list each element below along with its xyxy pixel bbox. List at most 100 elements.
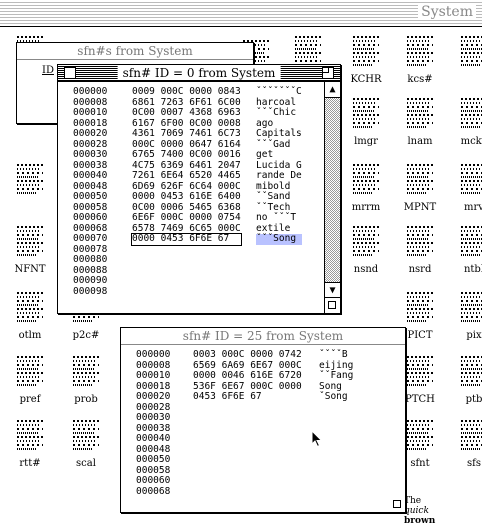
resource-type-icon[interactable] <box>407 356 433 390</box>
ascii-column[interactable]: ˇˇˇˇˇˇˇC harcoal ˇˇˇChic ago Capitals ˇˇˇGad g… <box>256 86 302 298</box>
resource-type-icon[interactable] <box>17 292 43 326</box>
resource-type-icon[interactable] <box>407 164 433 198</box>
resource-type-icon[interactable] <box>17 420 43 454</box>
hex-cell[interactable] <box>193 487 302 498</box>
hex-cell[interactable]: 4361 7069 7461 6C73 <box>132 128 241 140</box>
resource-type-icon[interactable] <box>461 420 482 454</box>
ascii-column[interactable]: ˇˇˇˇB eijing ˇˇFang Song ˇSong <box>319 349 353 498</box>
column-header-id[interactable]: ID <box>42 65 54 76</box>
hex-cell[interactable]: 0000 0046 616E 6720 <box>193 370 302 382</box>
hex-cell[interactable] <box>132 245 241 256</box>
ascii-cell[interactable]: Capitals <box>256 128 302 140</box>
ascii-cell[interactable]: ˇˇˇChic <box>256 107 302 119</box>
sfn-id0-window[interactable]: sfn# ID = 0 from System 000000 000008 0000… <box>57 64 341 314</box>
hex-cell[interactable] <box>132 287 241 298</box>
resource-type-icon[interactable] <box>461 226 482 260</box>
resource-type-icon[interactable] <box>353 36 379 70</box>
hex-cell[interactable] <box>193 413 302 424</box>
ascii-cell[interactable] <box>319 455 353 466</box>
ascii-cell[interactable] <box>256 276 302 287</box>
ascii-cell[interactable] <box>319 487 353 498</box>
scroll-down-arrow-icon[interactable]: ▼ <box>325 282 340 298</box>
hex-cell[interactable] <box>193 403 302 414</box>
hex-cell[interactable]: 0000 0453 616E 6400 <box>132 191 241 203</box>
hex-cell[interactable] <box>193 455 302 466</box>
resource-type-icon[interactable] <box>353 98 379 132</box>
ascii-cell[interactable] <box>256 255 302 266</box>
scroll-track[interactable] <box>325 98 340 282</box>
scroll-up-arrow-icon[interactable]: ▲ <box>325 82 340 98</box>
close-box-icon[interactable] <box>64 67 76 79</box>
resource-type-icon[interactable] <box>407 36 433 70</box>
ascii-cell[interactable]: ˇˇˇˇB <box>319 349 353 361</box>
resource-type-icon[interactable] <box>461 98 482 132</box>
ascii-cell[interactable] <box>256 266 302 277</box>
ascii-cell[interactable]: rande De <box>256 170 302 182</box>
ascii-cell[interactable] <box>319 476 353 487</box>
resource-type-icon[interactable] <box>73 420 99 454</box>
font-sample-icon[interactable]: The quick brown <box>404 496 435 526</box>
sfn-id25-window[interactable]: sfn# ID = 25 from System 000000 000008 000… <box>120 327 406 513</box>
ascii-cell[interactable] <box>256 245 302 256</box>
resource-type-icon[interactable] <box>73 356 99 390</box>
offset-cell: 000070 <box>73 233 108 244</box>
ascii-cell[interactable]: ˇSong <box>319 391 353 403</box>
sfn-id0-title: sfn# ID = 0 from System <box>117 66 281 80</box>
ascii-cell[interactable] <box>319 434 353 445</box>
hex-cell[interactable] <box>132 266 241 277</box>
resource-type-icon[interactable] <box>407 226 433 260</box>
ascii-cell[interactable]: get <box>256 149 302 161</box>
hex-cell[interactable]: 6765 7400 0C00 0016 <box>132 149 241 161</box>
background-titlebar[interactable]: System <box>0 0 482 27</box>
document-icon <box>353 98 379 132</box>
hex-cell[interactable] <box>132 255 241 266</box>
hex-cell[interactable] <box>132 276 241 287</box>
resource-type-label: KCHR <box>350 74 382 85</box>
hex-cell[interactable]: 0453 6F6E 67 <box>193 391 302 403</box>
ascii-cell[interactable]: ˇˇSand <box>256 191 302 203</box>
ascii-cell[interactable] <box>256 287 302 298</box>
hex-cell[interactable]: 7261 6E64 6520 4465 <box>132 170 241 182</box>
resource-type-icon[interactable] <box>353 226 379 260</box>
resource-type-icon[interactable] <box>353 164 379 198</box>
ascii-cell[interactable] <box>319 413 353 424</box>
sfn-list-titlebar[interactable]: sfn#s from System <box>17 43 253 60</box>
resource-type-icon[interactable] <box>407 98 433 132</box>
hex-cell[interactable] <box>193 476 302 487</box>
hex-column[interactable]: 0009 000C 0000 0843 6861 7263 6F61 6C00 0C… <box>131 86 242 298</box>
zoom-box-icon[interactable] <box>322 67 334 79</box>
resource-type-icon[interactable] <box>407 420 433 454</box>
offset-cell: 000098 <box>73 285 108 297</box>
ascii-cell[interactable]: ˇˇˇSong <box>256 233 302 245</box>
resource-type-icon[interactable] <box>17 356 43 390</box>
resource-type-icon[interactable] <box>17 226 43 260</box>
resource-type-label: ptb <box>465 394 482 405</box>
hex-cell[interactable]: 0000 0453 6F6E 67 <box>131 233 242 246</box>
resource-type-icon[interactable] <box>407 292 433 326</box>
ascii-cell[interactable]: no ˇˇˇT <box>256 212 302 224</box>
hex-cell[interactable] <box>193 445 302 456</box>
resource-type-icon[interactable] <box>461 36 482 70</box>
resource-type-icon[interactable] <box>461 292 482 326</box>
document-icon <box>407 420 433 454</box>
grow-box-icon[interactable] <box>324 297 340 313</box>
resource-type-icon[interactable] <box>461 356 482 390</box>
vertical-scrollbar[interactable]: ▲ ▼ <box>324 82 340 298</box>
document-icon <box>17 420 43 454</box>
hex-cell[interactable]: 6E6F 000C 0000 0754 <box>132 212 241 224</box>
resource-type-icon[interactable] <box>461 164 482 198</box>
hex-cell[interactable]: 0009 000C 0000 0843 <box>132 86 241 98</box>
document-icon <box>407 98 433 132</box>
hex-cell[interactable] <box>193 466 302 477</box>
hex-column[interactable]: 0003 000C 0000 0742 6569 6A69 6E67 000C 00… <box>193 349 302 498</box>
hex-cell[interactable] <box>193 424 302 435</box>
sfn-id25-titlebar[interactable]: sfn# ID = 25 from System <box>121 328 405 345</box>
hex-cell[interactable]: 0003 000C 0000 0742 <box>193 349 302 361</box>
hex-cell[interactable]: 0C00 0007 4368 6963 <box>132 107 241 119</box>
ascii-cell[interactable]: ˇˇFang <box>319 370 353 382</box>
sfn-id0-titlebar[interactable]: sfn# ID = 0 from System <box>58 65 340 82</box>
resource-type-label: MPNT <box>403 202 437 213</box>
hex-cell[interactable] <box>193 434 302 445</box>
resource-type-icon[interactable] <box>17 164 43 198</box>
ascii-cell[interactable]: ˇˇˇˇˇˇˇC <box>256 86 302 98</box>
